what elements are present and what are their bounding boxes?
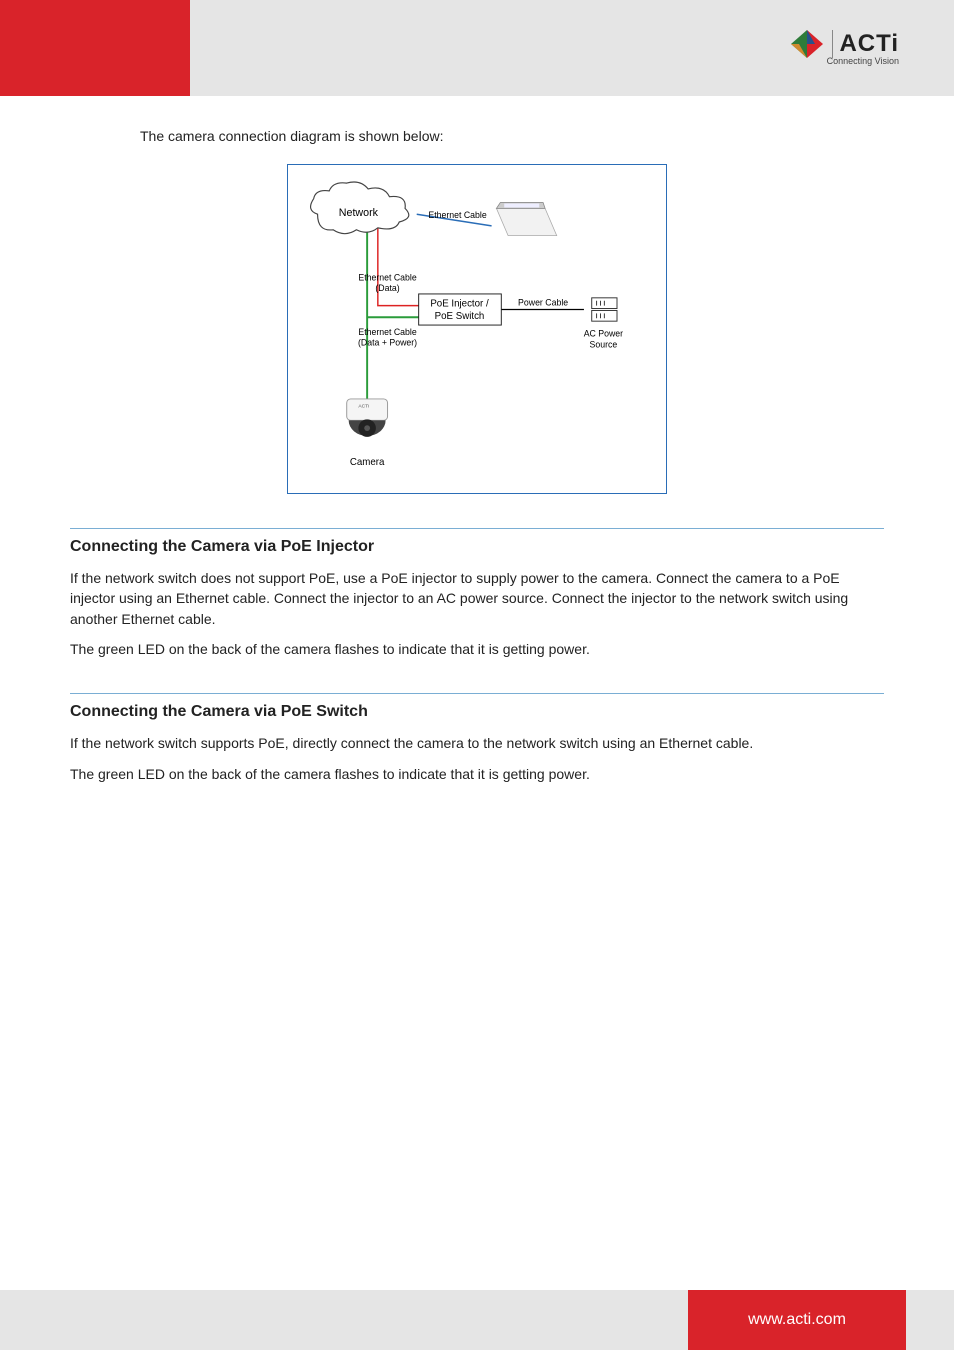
svg-text:Ethernet Cable: Ethernet Cable <box>358 273 417 283</box>
svg-text:AC Power: AC Power <box>584 329 623 339</box>
acti-logo-icon <box>787 28 827 60</box>
divider <box>70 528 884 529</box>
section-switch: Connecting the Camera via PoE Switch If … <box>70 693 884 784</box>
power-cable-label: Power Cable <box>518 298 568 308</box>
svg-text:(Data): (Data) <box>375 283 399 293</box>
section-p: If the network switch does not support P… <box>70 568 884 629</box>
svg-text:Ethernet Cable: Ethernet Cable <box>358 327 417 337</box>
section-p: If the network switch supports PoE, dire… <box>70 733 884 753</box>
page-content: The camera connection diagram is shown b… <box>0 96 954 784</box>
camera-icon: ACTi <box>347 399 388 437</box>
svg-text:(Data + Power): (Data + Power) <box>358 338 417 348</box>
section-title-injector: Connecting the Camera via PoE Injector <box>70 535 884 558</box>
connection-diagram: Network Ethernet Cable PoE Injector / Po… <box>287 164 667 494</box>
camera-label: Camera <box>350 457 385 468</box>
section-injector: Connecting the Camera via PoE Injector I… <box>70 528 884 659</box>
section-title-switch: Connecting the Camera via PoE Switch <box>70 700 884 723</box>
diagram-svg: Network Ethernet Cable PoE Injector / Po… <box>302 177 652 477</box>
ethernet-cable-top-label: Ethernet Cable <box>428 210 487 220</box>
section-p: The green LED on the back of the camera … <box>70 639 884 659</box>
header-red-block <box>0 0 190 96</box>
brand-name: ACTi <box>839 30 899 58</box>
logo-area: ACTi Connecting Vision <box>190 0 954 96</box>
network-label: Network <box>339 207 379 219</box>
intro-text: The camera connection diagram is shown b… <box>140 126 884 146</box>
svg-text:ACTi: ACTi <box>358 404 369 410</box>
ac-outlet-icon <box>592 298 617 321</box>
brand-tagline: Connecting Vision <box>827 56 899 66</box>
header-band: ACTi Connecting Vision <box>0 0 954 96</box>
footer-link[interactable]: www.acti.com <box>688 1290 906 1350</box>
svg-text:Source: Source <box>590 340 618 350</box>
divider <box>70 693 884 694</box>
svg-text:PoE Injector /: PoE Injector / <box>430 299 489 310</box>
laptop-icon <box>496 203 556 236</box>
section-p: The green LED on the back of the camera … <box>70 764 884 784</box>
svg-text:PoE Switch: PoE Switch <box>435 312 485 323</box>
